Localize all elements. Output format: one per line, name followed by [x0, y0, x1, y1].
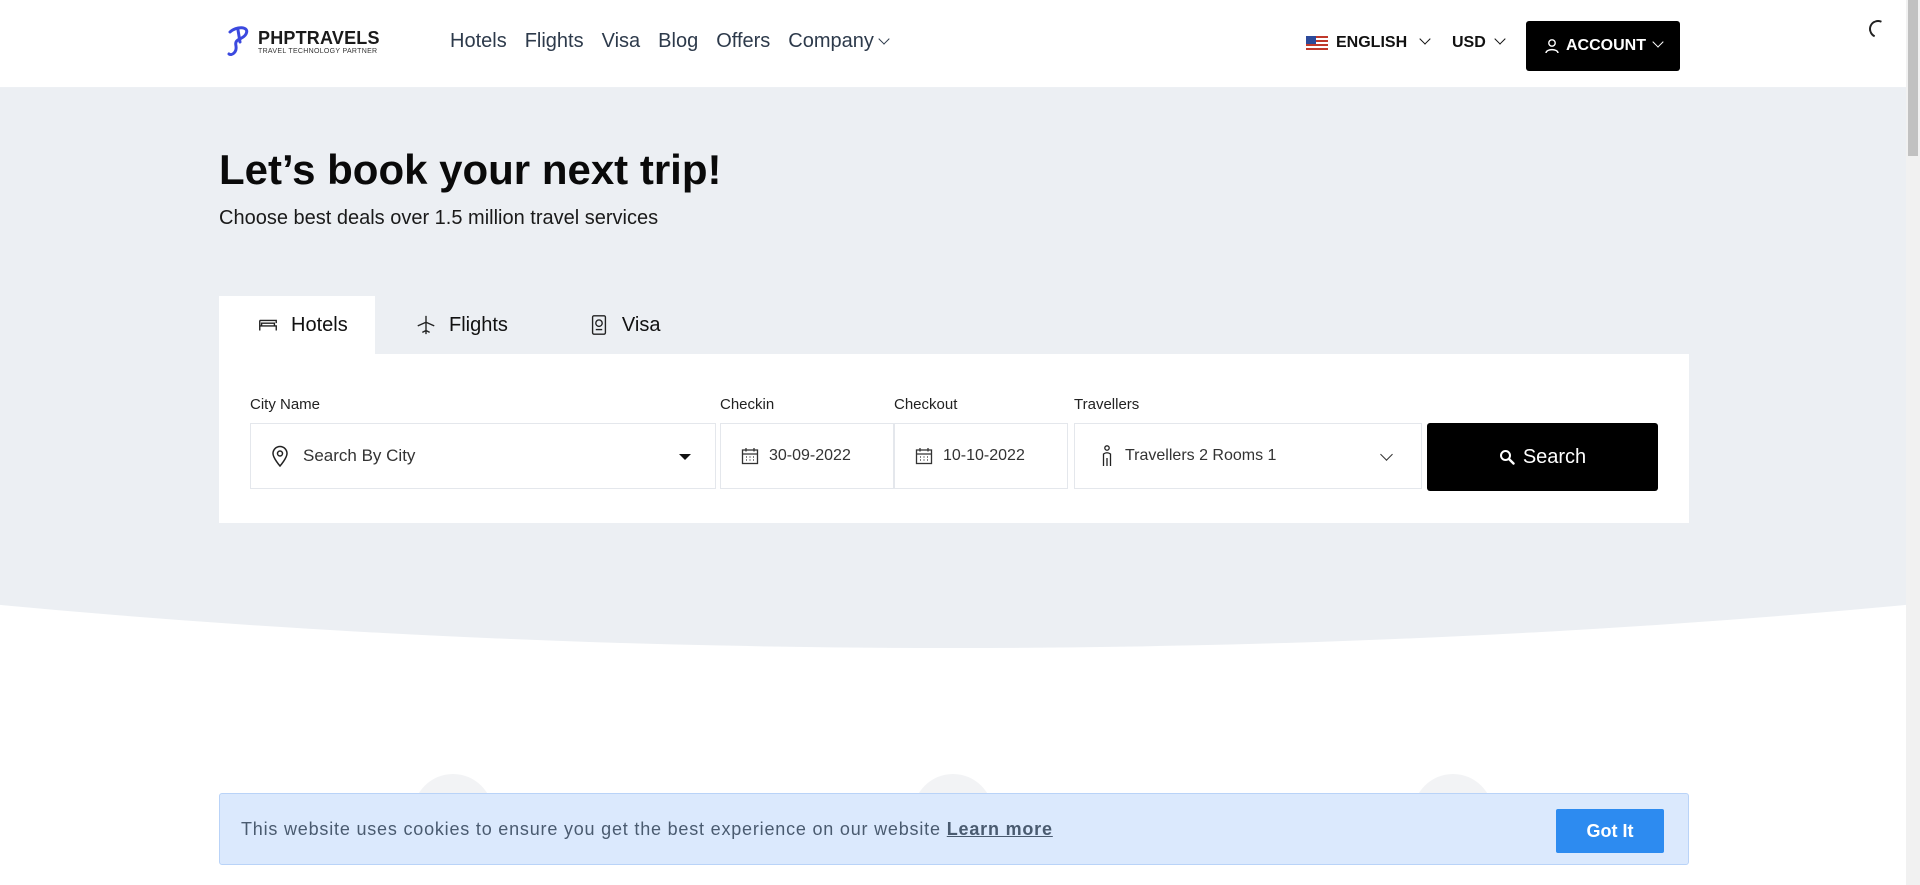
chevron-down-icon — [1494, 33, 1506, 45]
nav-company-label: Company — [788, 30, 874, 52]
city-select[interactable]: Search By City — [250, 423, 716, 489]
nav-hotels[interactable]: Hotels — [450, 30, 507, 53]
person-icon — [1102, 445, 1112, 466]
nav-blog[interactable]: Blog — [658, 30, 698, 53]
logo-icon — [227, 26, 249, 56]
travellers-value: Travellers 2 Rooms 1 — [1125, 447, 1277, 464]
checkin-value: 30-09-2022 — [769, 447, 851, 464]
cookie-banner: This website uses cookies to ensure you … — [219, 793, 1689, 865]
hotel-search-form: City Name Checkin Checkout Travellers Se… — [219, 354, 1689, 523]
page-subtitle: Choose best deals over 1.5 million trave… — [219, 207, 659, 229]
search-button[interactable]: Search — [1427, 423, 1658, 491]
language-selector[interactable]: ENGLISH — [1306, 33, 1431, 52]
calendar-icon — [915, 448, 933, 465]
nav-company[interactable]: Company — [788, 30, 890, 53]
language-label: ENGLISH — [1336, 34, 1408, 51]
travellers-dropdown[interactable]: Travellers 2 Rooms 1 — [1074, 423, 1422, 489]
logo-title: PHPTRAVELS — [258, 28, 380, 48]
navbar: PHPTRAVELS TRAVEL TECHNOLOGY PARTNER Hot… — [0, 0, 1906, 88]
map-pin-icon — [272, 445, 288, 467]
caret-down-icon — [679, 454, 691, 460]
main-nav: Hotels Flights Visa Blog Offers Company — [450, 30, 890, 53]
logo[interactable]: PHPTRAVELS TRAVEL TECHNOLOGY PARTNER — [226, 24, 379, 60]
plane-icon — [417, 315, 435, 335]
tab-flights-label: Flights — [449, 313, 508, 336]
search-button-label: Search — [1522, 445, 1587, 468]
nav-flights[interactable]: Flights — [525, 30, 584, 53]
calendar-icon — [741, 448, 759, 465]
tab-visa-label: Visa — [621, 313, 661, 336]
checkin-date-input[interactable]: 30-09-2022 — [720, 423, 894, 489]
logo-subtitle: TRAVEL TECHNOLOGY PARTNER — [258, 48, 378, 55]
search-icon — [1499, 450, 1515, 465]
search-tabs: Hotels Flights Visa — [219, 296, 700, 354]
travellers-label: Travellers — [1074, 396, 1140, 413]
passport-icon — [591, 315, 607, 335]
cookie-text: This website uses cookies to ensure you … — [241, 819, 941, 839]
scrollbar-thumb[interactable] — [1908, 0, 1918, 156]
chevron-down-icon — [878, 33, 890, 45]
tab-hotels-label: Hotels — [291, 313, 348, 336]
account-label: ACCOUNT — [1566, 37, 1646, 54]
bed-icon — [259, 319, 277, 331]
currency-selector[interactable]: USD — [1452, 33, 1506, 52]
checkout-date-input[interactable]: 10-10-2022 — [894, 423, 1068, 489]
checkin-label: Checkin — [720, 396, 775, 413]
user-icon — [1545, 39, 1559, 54]
chevron-down-icon — [1380, 448, 1393, 461]
chevron-down-icon — [1419, 33, 1431, 45]
account-button[interactable]: ACCOUNT — [1526, 21, 1680, 71]
city-placeholder: Search By City — [303, 446, 416, 465]
page-title: Let’s book your next trip! — [219, 146, 722, 193]
checkout-label: Checkout — [894, 396, 958, 413]
accept-cookies-button[interactable]: Got It — [1556, 809, 1664, 853]
cookie-message: This website uses cookies to ensure you … — [241, 819, 1053, 840]
page-scrollbar[interactable] — [1906, 0, 1920, 885]
loading-spinner-icon — [1866, 17, 1890, 41]
tab-hotels[interactable]: Hotels — [219, 296, 375, 354]
tab-flights[interactable]: Flights — [375, 296, 548, 354]
tab-visa[interactable]: Visa — [548, 296, 701, 354]
city-label: City Name — [250, 396, 321, 413]
nav-visa[interactable]: Visa — [602, 30, 641, 53]
chevron-down-icon — [1652, 36, 1664, 48]
currency-label: USD — [1452, 34, 1486, 51]
us-flag-icon — [1306, 35, 1328, 51]
checkout-value: 10-10-2022 — [943, 447, 1025, 464]
nav-offers[interactable]: Offers — [716, 30, 770, 53]
learn-more-link[interactable]: Learn more — [947, 819, 1053, 839]
